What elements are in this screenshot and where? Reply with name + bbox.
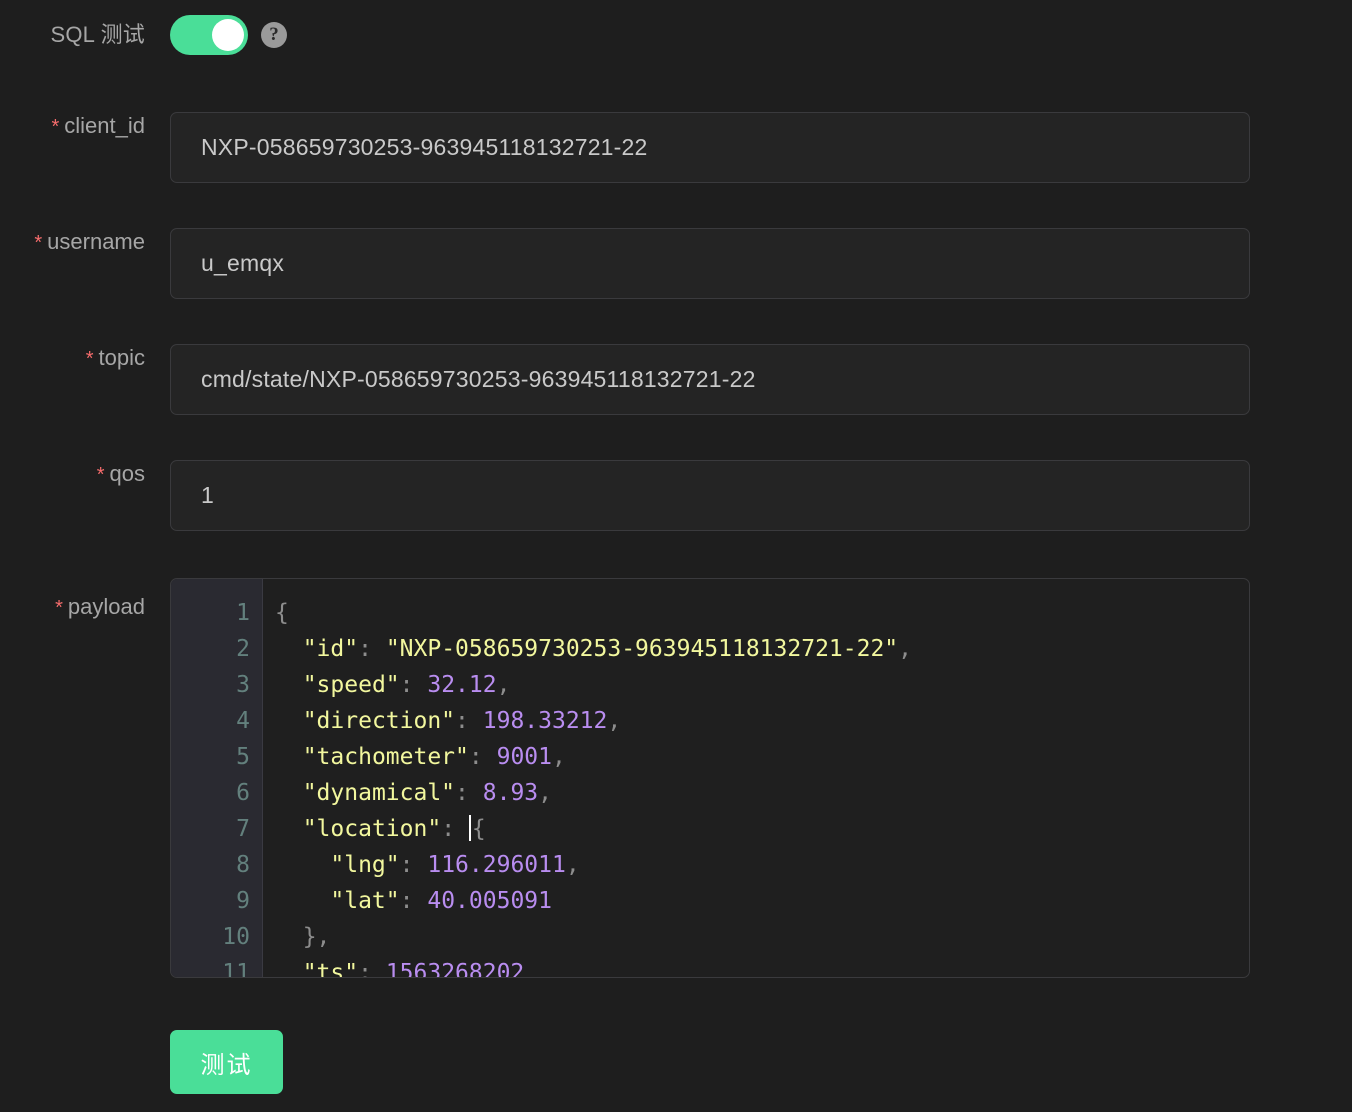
required-asterisk: * xyxy=(51,116,60,138)
code-line-7: "location": { xyxy=(275,811,1249,847)
token-comma: , xyxy=(551,744,566,770)
token-colon: : xyxy=(455,708,469,734)
line-number: 11 xyxy=(222,960,250,978)
token-comma: , xyxy=(538,780,552,806)
token-brace-open: { xyxy=(471,816,486,842)
editor-code-area[interactable]: { "id": "NXP-058659730253-96394511813272… xyxy=(263,579,1249,977)
token-colon: : xyxy=(441,816,456,842)
code-line-2: "id": "NXP-058659730253-963945118132721-… xyxy=(275,631,1249,667)
code-line-3: "speed": 32.12, xyxy=(275,667,1249,703)
control-client-id xyxy=(170,112,1250,183)
sql-test-switch-group: ? xyxy=(170,15,287,55)
question-mark-circle-icon[interactable]: ? xyxy=(261,22,287,48)
token-value-lng: 116.296011 xyxy=(427,852,566,878)
label-text: username xyxy=(47,229,145,254)
token-comma: , xyxy=(565,852,580,878)
code-line-10: }, xyxy=(275,919,1249,955)
token-comma: , xyxy=(496,672,511,698)
sql-test-form-page: SQL 测试 ? *client_id *username *topic xyxy=(0,0,1352,1112)
form-actions: 测试 xyxy=(170,1030,283,1094)
payload-code-editor[interactable]: 1 2 3 4 5 6 7 8 9 10 11 { "id": "NXP-058… xyxy=(170,578,1250,978)
control-username xyxy=(170,228,1250,299)
line-number: 1 xyxy=(236,600,250,626)
required-asterisk: * xyxy=(96,464,105,486)
sql-test-switch-row: SQL 测试 ? xyxy=(0,10,1352,60)
field-row-client-id: * client_id xyxy=(0,112,1352,183)
token-value-ts: 1563268202 xyxy=(385,960,525,977)
code-line-1: { xyxy=(275,595,1249,631)
field-row-qos: * qos xyxy=(0,460,1352,531)
topic-input[interactable] xyxy=(170,344,1250,415)
control-payload: 1 2 3 4 5 6 7 8 9 10 11 { "id": "NXP-058… xyxy=(170,578,1250,978)
token-value-id: "NXP-058659730253-963945118132721-22" xyxy=(385,636,899,662)
label-client-id: * client_id xyxy=(0,112,145,141)
token-key-id: "id" xyxy=(302,636,359,662)
token-comma: , xyxy=(898,636,913,662)
required-asterisk: * xyxy=(55,597,63,619)
text-cursor xyxy=(468,815,471,841)
token-colon: : xyxy=(455,780,469,806)
test-button[interactable]: 测试 xyxy=(170,1030,283,1094)
field-row-username: * username xyxy=(0,228,1352,299)
code-line-9: "lat": 40.005091 xyxy=(275,883,1249,919)
sql-test-label: SQL 测试 xyxy=(50,22,145,47)
code-line-11: "ts": 1563268202 xyxy=(275,955,1249,977)
username-input[interactable] xyxy=(170,228,1250,299)
label-topic: * topic xyxy=(0,344,145,373)
label-text: payload xyxy=(67,594,145,619)
token-key-location: "location" xyxy=(302,816,442,842)
token-value-tachometer: 9001 xyxy=(496,744,552,770)
token-key-lat: "lat" xyxy=(330,888,400,914)
line-number: 6 xyxy=(236,780,250,806)
label-payload: * payload xyxy=(0,578,145,637)
token-comma: , xyxy=(607,708,622,734)
client-id-input[interactable] xyxy=(170,112,1250,183)
label-text: client_id xyxy=(64,113,145,138)
line-number: 2 xyxy=(236,636,250,662)
token-key-direction: "direction" xyxy=(302,708,456,734)
label-qos: * qos xyxy=(0,460,145,489)
code-line-8: "lng": 116.296011, xyxy=(275,847,1249,883)
token-value-lat: 40.005091 xyxy=(427,888,552,914)
line-number: 4 xyxy=(236,708,250,734)
code-line-6: "dynamical": 8.93, xyxy=(275,775,1249,811)
control-topic xyxy=(170,344,1250,415)
token-colon: : xyxy=(358,636,372,662)
line-number: 5 xyxy=(236,744,250,770)
label-text: qos xyxy=(109,461,145,486)
token-key-lng: "lng" xyxy=(330,852,400,878)
token-value-speed: 32.12 xyxy=(427,672,497,698)
token-colon: : xyxy=(399,888,414,914)
code-line-5: "tachometer": 9001, xyxy=(275,739,1249,775)
token-value-dynamical: 8.93 xyxy=(482,780,539,806)
token-colon: : xyxy=(399,672,414,698)
token-colon: : xyxy=(399,852,414,878)
field-row-topic: * topic xyxy=(0,344,1352,415)
required-asterisk: * xyxy=(34,232,43,254)
line-number: 9 xyxy=(236,888,250,914)
line-number: 3 xyxy=(236,672,250,698)
sql-test-toggle[interactable] xyxy=(170,15,248,55)
line-number: 10 xyxy=(222,924,250,950)
token-brace-open: { xyxy=(275,600,289,626)
line-number: 7 xyxy=(236,816,250,842)
control-qos xyxy=(170,460,1250,531)
editor-line-number-gutter: 1 2 3 4 5 6 7 8 9 10 11 xyxy=(171,579,263,977)
label-username: * username xyxy=(0,228,145,257)
token-colon: : xyxy=(468,744,483,770)
line-number: 8 xyxy=(236,852,250,878)
token-key-ts: "ts" xyxy=(302,960,359,977)
token-brace-close: }, xyxy=(302,924,331,950)
label-text: topic xyxy=(98,345,145,370)
token-value-direction: 198.33212 xyxy=(482,708,608,734)
toggle-knob xyxy=(212,19,244,51)
token-key-dynamical: "dynamical" xyxy=(302,780,456,806)
field-row-payload: * payload 1 2 3 4 5 6 7 8 9 10 11 {"id"… xyxy=(0,578,1352,978)
token-key-tachometer: "tachometer" xyxy=(302,744,469,770)
required-asterisk: * xyxy=(85,348,94,370)
qos-input[interactable] xyxy=(170,460,1250,531)
token-key-speed: "speed" xyxy=(302,672,400,698)
token-colon: : xyxy=(358,960,372,977)
code-line-4: "direction": 198.33212, xyxy=(275,703,1249,739)
